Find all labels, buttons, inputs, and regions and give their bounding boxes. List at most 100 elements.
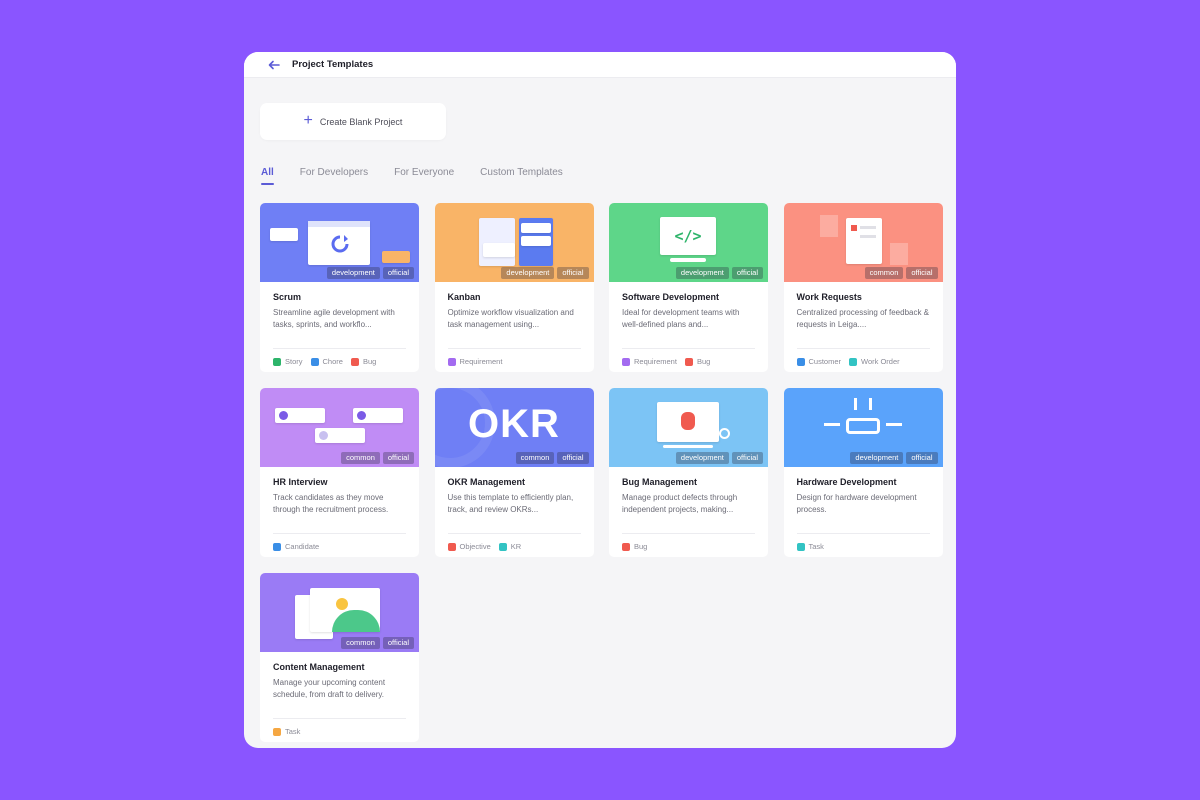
task-icon: [273, 727, 281, 736]
work-type-label: Requirement: [634, 357, 677, 366]
template-title: Content Management: [273, 662, 365, 672]
work-type-bug: Bug: [350, 357, 377, 366]
official-tag: official: [906, 451, 938, 464]
candidate-icon: [273, 542, 281, 551]
template-work-types: Objective KR: [447, 533, 581, 551]
official-tag: official: [906, 266, 938, 279]
official-tag: official: [557, 451, 589, 464]
tab-all[interactable]: All: [261, 167, 274, 185]
work-type-story: Story: [273, 357, 303, 366]
okr-banner-text: OKR: [468, 402, 560, 446]
template-card-hardware-development[interactable]: development official Hardware Developmen…: [783, 388, 943, 557]
project-templates-window: Project Templates + Create Blank Project…: [244, 52, 956, 748]
template-tags: development official: [675, 451, 763, 464]
work-type-task: Task: [273, 727, 300, 736]
official-tag: official: [382, 451, 414, 464]
template-tags: common official: [515, 451, 589, 464]
template-work-types: Customer Work Order: [796, 348, 930, 366]
bug-icon: [684, 357, 693, 366]
template-description: Track candidates as they move through th…: [273, 493, 389, 514]
work-type-label: KR: [510, 542, 522, 551]
tab-custom-templates[interactable]: Custom Templates: [480, 167, 563, 183]
kr-icon: [498, 542, 507, 551]
work-type-label: Story: [285, 357, 303, 366]
category-tag: development: [675, 451, 729, 464]
work-type-work-order: Work Order: [849, 357, 900, 366]
template-title: Kanban: [447, 292, 481, 302]
template-banner: common official: [260, 573, 419, 652]
create-blank-project-button[interactable]: + Create Blank Project: [260, 103, 446, 140]
template-tags: development official: [501, 266, 589, 279]
work-type-bug: Bug: [684, 357, 710, 366]
category-tag: common: [864, 266, 904, 279]
template-card-software-development[interactable]: </> development official Software Develo…: [609, 203, 768, 372]
work-type-label: Customer: [808, 357, 842, 366]
create-blank-project-label: Create Blank Project: [319, 116, 403, 127]
official-tag: official: [382, 636, 414, 649]
tab-for-everyone[interactable]: For Everyone: [394, 167, 454, 183]
work-type-label: Candidate: [285, 542, 320, 551]
customer-icon: [796, 357, 805, 366]
template-tags: development official: [326, 266, 414, 279]
template-tags: development official: [675, 266, 763, 279]
back-arrow-icon[interactable]: [266, 57, 282, 73]
template-work-types: Task: [273, 718, 406, 736]
template-tabs: All For Developers For Everyone Custom T…: [261, 167, 563, 185]
template-grid: development official Scrum Streamline ag…: [260, 203, 943, 742]
work-type-label: Task: [808, 542, 824, 551]
template-description: Centralized processing of feedback & req…: [796, 308, 930, 329]
work-type-bug: Bug: [622, 542, 647, 551]
work-type-label: Work Order: [861, 357, 900, 366]
category-tag: development: [326, 266, 380, 279]
template-banner: development official: [434, 203, 594, 282]
category-tag: common: [341, 451, 380, 464]
template-card-hr-interview[interactable]: common official HR Interview Track candi…: [260, 388, 419, 557]
template-work-types: Candidate: [273, 533, 406, 551]
template-description: Optimize workflow visualization and task…: [447, 308, 574, 329]
work-type-requirement: Requirement: [622, 357, 677, 366]
template-card-scrum[interactable]: development official Scrum Streamline ag…: [260, 203, 419, 372]
plus-icon: +: [303, 111, 313, 129]
work-type-chore: Chore: [310, 357, 343, 366]
template-title: Work Requests: [796, 292, 862, 302]
work-type-requirement: Requirement: [447, 357, 503, 366]
template-title: Scrum: [273, 292, 302, 302]
work-type-label: Objective: [459, 542, 491, 551]
task-icon: [796, 542, 805, 551]
template-title: OKR Management: [447, 477, 526, 487]
requirement-icon: [622, 357, 630, 366]
work-type-label: Requirement: [459, 357, 503, 366]
template-banner: common official: [783, 203, 943, 282]
work-type-customer: Customer: [796, 357, 842, 366]
tab-for-developers[interactable]: For Developers: [300, 167, 368, 183]
template-banner: common official: [260, 388, 419, 467]
template-card-work-requests[interactable]: common official Work Requests Centralize…: [783, 203, 943, 372]
objective-icon: [447, 542, 456, 551]
template-tags: common official: [864, 266, 938, 279]
template-description: Design for hardware development process.: [796, 493, 917, 514]
template-work-types: Story Chore Bug: [273, 348, 406, 366]
official-tag: official: [382, 266, 414, 279]
template-work-types: Requirement Bug: [622, 348, 755, 366]
story-icon: [273, 357, 281, 366]
template-card-okr-management[interactable]: OKR common official OKR Management Use t…: [434, 388, 594, 557]
work-type-candidate: Candidate: [273, 542, 319, 551]
template-banner: development official: [260, 203, 419, 282]
chore-icon: [310, 357, 319, 366]
template-description: Ideal for development teams with well-de…: [622, 308, 740, 329]
template-banner: </> development official: [609, 203, 768, 282]
template-description: Manage your upcoming content schedule, f…: [273, 678, 386, 699]
category-tag: development: [850, 451, 904, 464]
template-card-kanban[interactable]: development official Kanban Optimize wor…: [434, 203, 594, 372]
template-work-types: Requirement: [447, 348, 581, 366]
work-type-label: Chore: [322, 357, 343, 366]
template-card-content-management[interactable]: common official Content Management Manag…: [260, 573, 419, 742]
template-work-types: Task: [796, 533, 930, 551]
template-description: Manage product defects through independe…: [622, 493, 738, 514]
template-tags: common official: [341, 451, 414, 464]
template-card-bug-management[interactable]: development official Bug Management Mana…: [609, 388, 768, 557]
category-tag: development: [501, 266, 555, 279]
template-title: Hardware Development: [796, 477, 897, 487]
work-type-label: Bug: [634, 542, 648, 551]
work-type-label: Bug: [362, 357, 377, 366]
